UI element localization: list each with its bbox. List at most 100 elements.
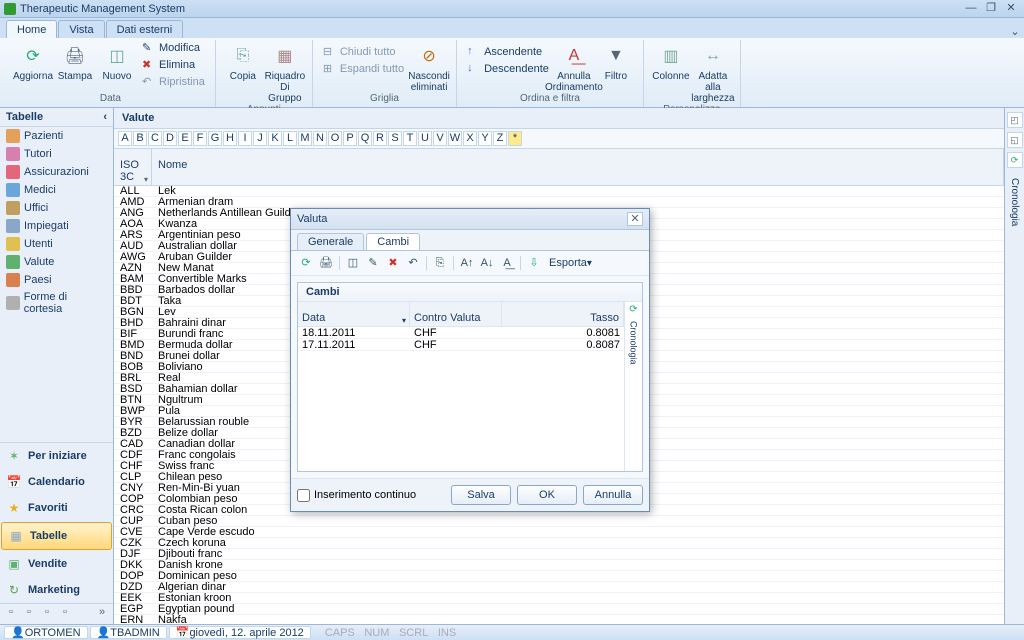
- edit-icon[interactable]: ✎: [364, 254, 382, 272]
- col-contro-valuta[interactable]: Contro Valuta: [410, 302, 502, 326]
- asc-button[interactable]: ↑Ascendente: [463, 44, 553, 60]
- nav-item[interactable]: ▦Tabelle: [1, 522, 112, 550]
- dialog-close-icon[interactable]: ✕: [627, 212, 643, 226]
- col-iso3c[interactable]: ISO 3C▾: [114, 149, 152, 185]
- sort-asc-icon[interactable]: A↑: [458, 254, 476, 272]
- stampa-button[interactable]: 🖨Stampa: [54, 40, 96, 82]
- alpha-letter[interactable]: J: [253, 131, 267, 146]
- close-icon[interactable]: ✕: [1002, 2, 1020, 16]
- sidebar-item[interactable]: Medici: [0, 181, 113, 199]
- inserimento-continuo-check[interactable]: Inserimento continuo: [297, 489, 445, 502]
- sidebar-more-icon[interactable]: »: [93, 606, 111, 622]
- ripristina-button[interactable]: ↶Ripristina: [138, 74, 209, 90]
- nav-item[interactable]: ✶Per iniziare: [0, 443, 113, 469]
- sidebar-foot-btn[interactable]: ▫: [2, 606, 20, 622]
- copy-icon[interactable]: ⎘: [431, 254, 449, 272]
- alpha-letter[interactable]: Z: [493, 131, 507, 146]
- riquadro-button[interactable]: ▦Riquadro Di Gruppo: [264, 40, 306, 104]
- tab-vista[interactable]: Vista: [58, 20, 104, 38]
- colonne-button[interactable]: ▥Colonne: [650, 40, 692, 82]
- salva-button[interactable]: Salva: [451, 485, 511, 505]
- status-user[interactable]: 👤 TBADMIN: [90, 626, 167, 639]
- sort-desc-icon[interactable]: A↓: [478, 254, 496, 272]
- undo-icon[interactable]: ↶: [404, 254, 422, 272]
- sidebar-foot-btn[interactable]: ▫: [20, 606, 38, 622]
- adatta-button[interactable]: ↔Adatta alla larghezza: [692, 40, 734, 104]
- desc-button[interactable]: ↓Descendente: [463, 61, 553, 77]
- sidebar-collapse-icon[interactable]: ‹: [103, 111, 107, 123]
- nav-item[interactable]: ↻Marketing: [0, 577, 113, 603]
- aggiorna-button[interactable]: ⟳Aggiorna: [12, 40, 54, 82]
- refresh-icon[interactable]: ⟳: [297, 254, 315, 272]
- nuovo-button[interactable]: ◫Nuovo: [96, 40, 138, 82]
- sidebar-item[interactable]: Assicurazioni: [0, 163, 113, 181]
- elimina-button[interactable]: ✖Elimina: [138, 57, 209, 73]
- alpha-letter[interactable]: R: [373, 131, 387, 146]
- alpha-letter[interactable]: X: [463, 131, 477, 146]
- cronologia-tab[interactable]: Cronologia: [1009, 178, 1020, 226]
- sidebar-item[interactable]: Tutori: [0, 145, 113, 163]
- alpha-letter[interactable]: L: [283, 131, 297, 146]
- esporta-button[interactable]: Esporta ▾: [545, 254, 596, 272]
- tab-home[interactable]: Home: [6, 20, 57, 38]
- alpha-letter[interactable]: Q: [358, 131, 372, 146]
- dialog-titlebar[interactable]: Valuta ✕: [291, 209, 649, 230]
- minimize-icon[interactable]: —: [962, 2, 980, 16]
- alpha-letter[interactable]: T: [403, 131, 417, 146]
- nav-item[interactable]: ▣Vendite: [0, 551, 113, 577]
- sidebar-item[interactable]: Forme di cortesia: [0, 289, 113, 317]
- alpha-letter[interactable]: W: [448, 131, 462, 146]
- table-row[interactable]: 18.11.2011CHF0.8081: [298, 327, 624, 339]
- alpha-letter[interactable]: Y: [478, 131, 492, 146]
- refresh-icon[interactable]: ⟳: [629, 304, 637, 315]
- sidebar-item[interactable]: Uffici: [0, 199, 113, 217]
- sidebar-item[interactable]: Utenti: [0, 235, 113, 253]
- right-btn[interactable]: ◱: [1007, 132, 1023, 148]
- col-tasso[interactable]: Tasso: [502, 302, 624, 326]
- table-row[interactable]: 17.11.2011CHF0.8087: [298, 339, 624, 351]
- copia-button[interactable]: ⎘Copia: [222, 40, 264, 82]
- modifica-button[interactable]: ✎Modifica: [138, 40, 209, 56]
- ok-button[interactable]: OK: [517, 485, 577, 505]
- alpha-letter[interactable]: E: [178, 131, 192, 146]
- alpha-letter[interactable]: C: [148, 131, 162, 146]
- new-icon[interactable]: ◫: [344, 254, 362, 272]
- alpha-letter[interactable]: P: [343, 131, 357, 146]
- col-nome[interactable]: Nome: [152, 149, 1004, 185]
- espandi-tutto-button[interactable]: ⊞Espandi tutto: [319, 61, 408, 77]
- nascondi-button[interactable]: ⊘Nascondi eliminati: [408, 40, 450, 93]
- sidebar-item[interactable]: Paesi: [0, 271, 113, 289]
- alpha-letter[interactable]: M: [298, 131, 312, 146]
- alpha-all[interactable]: *: [508, 131, 522, 146]
- sidebar-item[interactable]: Impiegati: [0, 217, 113, 235]
- alpha-letter[interactable]: N: [313, 131, 327, 146]
- alpha-letter[interactable]: H: [223, 131, 237, 146]
- right-btn[interactable]: ◰: [1007, 112, 1023, 128]
- nav-item[interactable]: 📅Calendario: [0, 469, 113, 495]
- sidebar-foot-btn[interactable]: ▫: [56, 606, 74, 622]
- annulla-ord-button[interactable]: A͟Annulla Ordinamento: [553, 40, 595, 93]
- alpha-letter[interactable]: V: [433, 131, 447, 146]
- right-btn[interactable]: ⟳: [1007, 152, 1023, 168]
- nav-item[interactable]: ★Favoriti: [0, 495, 113, 521]
- alpha-letter[interactable]: B: [133, 131, 147, 146]
- chiudi-tutto-button[interactable]: ⊟Chiudi tutto: [319, 44, 408, 60]
- filtro-button[interactable]: ▼Filtro: [595, 40, 637, 82]
- tab-dati-esterni[interactable]: Dati esterni: [106, 20, 184, 38]
- sidebar-item[interactable]: Valute: [0, 253, 113, 271]
- alpha-letter[interactable]: I: [238, 131, 252, 146]
- annulla-button[interactable]: Annulla: [583, 485, 643, 505]
- alpha-letter[interactable]: F: [193, 131, 207, 146]
- alpha-letter[interactable]: A: [118, 131, 132, 146]
- col-data[interactable]: Data▾: [298, 302, 410, 326]
- alpha-letter[interactable]: O: [328, 131, 342, 146]
- alpha-letter[interactable]: S: [388, 131, 402, 146]
- print-icon[interactable]: 🖨: [317, 254, 335, 272]
- alpha-letter[interactable]: G: [208, 131, 222, 146]
- tab-cambi[interactable]: Cambi: [366, 233, 420, 250]
- checkbox[interactable]: [297, 489, 310, 502]
- table-row[interactable]: ERNNakfa: [114, 615, 1004, 624]
- ribbon-collapse-icon[interactable]: ⌄: [1006, 25, 1024, 38]
- alpha-letter[interactable]: D: [163, 131, 177, 146]
- clear-sort-icon[interactable]: A͟: [498, 254, 516, 272]
